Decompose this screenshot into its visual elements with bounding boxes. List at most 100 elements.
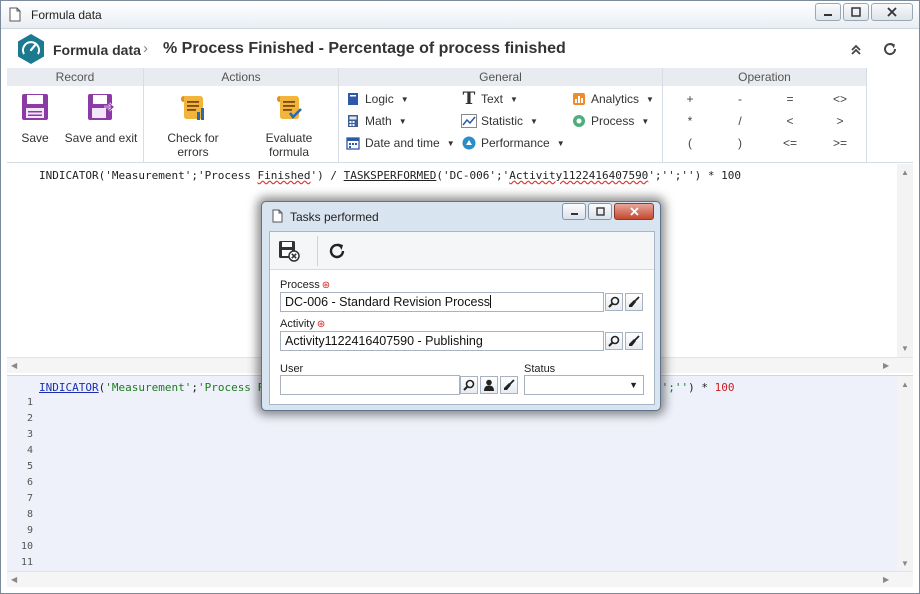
- chevron-down-icon: ▼: [646, 94, 654, 104]
- line-number-gutter: 1 2 3 4 5 6 7 8 9 10 11 12: [7, 376, 37, 584]
- formula-text: INDICATOR('Measurement';'Process Finishe…: [39, 169, 742, 182]
- operator-less-than[interactable]: <: [775, 114, 805, 128]
- performance-icon: [461, 135, 477, 151]
- ribbon-group-operation: Operation + - = <> * / < > ( ) <= >=: [663, 68, 867, 162]
- operator-open-paren[interactable]: (: [675, 136, 705, 150]
- operator-greater-than[interactable]: >: [825, 114, 855, 128]
- evaluate-formula-button[interactable]: Evaluate formula: [244, 92, 334, 159]
- user-search-button[interactable]: [460, 376, 478, 394]
- activity-input[interactable]: Activity1122416407590 - Publishing: [280, 331, 604, 351]
- save-exit-icon: [88, 94, 115, 120]
- operator-greater-equal[interactable]: >=: [825, 136, 855, 150]
- dialog-close-button[interactable]: [614, 203, 654, 220]
- operator-plus[interactable]: +: [675, 92, 705, 106]
- toolbar-divider: [317, 236, 318, 266]
- process-menu[interactable]: Process ▼: [571, 112, 649, 130]
- status-select[interactable]: ▼: [524, 375, 644, 395]
- save-label: Save: [21, 131, 49, 145]
- minimize-button[interactable]: [815, 3, 841, 21]
- line-number: 2: [26, 413, 33, 424]
- calculator-icon: [345, 113, 361, 129]
- operator-not-equal[interactable]: <>: [825, 92, 855, 106]
- main-window: Formula data Formula data › % Process Fi…: [0, 0, 920, 594]
- dialog-minimize-button[interactable]: [562, 203, 586, 220]
- user-icon: [484, 379, 494, 391]
- evaluate-formula-label: Evaluate formula: [265, 131, 313, 159]
- maximize-button[interactable]: [843, 3, 869, 21]
- collapse-icon[interactable]: [847, 40, 865, 58]
- scroll-left-icon[interactable]: ◀: [11, 575, 17, 584]
- save-button[interactable]: Save: [17, 92, 53, 145]
- performance-label: Performance: [481, 136, 550, 150]
- app-logo-icon: [18, 34, 44, 64]
- code-line-tail: '';'') * 100: [655, 381, 735, 394]
- operator-equals[interactable]: =: [775, 92, 805, 106]
- analytics-menu[interactable]: Analytics ▼: [571, 90, 654, 108]
- breadcrumb-app[interactable]: Formula data: [53, 42, 141, 58]
- group-title-general: General: [339, 68, 662, 86]
- status-field-label: Status: [524, 363, 556, 375]
- line-chart-icon: [461, 113, 477, 129]
- scroll-evaluate-icon: [277, 96, 302, 119]
- performance-menu[interactable]: Performance ▼: [461, 134, 565, 152]
- dropdown-arrow-icon: ▼: [629, 380, 638, 390]
- breadcrumb-separator: ›: [143, 40, 148, 57]
- page-header: Formula data › % Process Finished - Perc…: [1, 30, 919, 68]
- process-search-button[interactable]: [605, 293, 623, 311]
- scroll-down-icon[interactable]: ▼: [901, 559, 909, 568]
- user-input[interactable]: [280, 375, 460, 395]
- text-cursor: [489, 295, 491, 308]
- line-number: 1: [26, 397, 33, 408]
- dialog-maximize-button[interactable]: [588, 203, 612, 220]
- code-vertical-scrollbar[interactable]: ▲ ▼: [897, 376, 913, 572]
- line-number: 3: [26, 429, 33, 440]
- minimize-icon: [570, 213, 578, 215]
- analytics-label: Analytics: [591, 92, 640, 106]
- refresh-icon[interactable]: [881, 40, 899, 58]
- ribbon-group-actions: Actions Check for errors Evaluate formul…: [144, 68, 339, 162]
- refresh-icon: [329, 243, 345, 259]
- activity-clear-button[interactable]: [625, 332, 643, 350]
- minimize-icon: [824, 14, 832, 16]
- operator-divide[interactable]: /: [725, 114, 755, 128]
- text-icon: T: [462, 89, 476, 109]
- dialog-refresh-button[interactable]: [326, 240, 348, 262]
- scroll-up-icon[interactable]: ▲: [901, 380, 909, 389]
- scroll-check-icon: [181, 96, 204, 120]
- activity-search-button[interactable]: [605, 332, 623, 350]
- scroll-up-icon[interactable]: ▲: [901, 168, 909, 177]
- save-close-button[interactable]: [278, 240, 300, 262]
- math-menu[interactable]: Math ▼: [345, 112, 407, 130]
- scroll-left-icon[interactable]: ◀: [11, 361, 17, 370]
- logic-menu[interactable]: Logic ▼: [345, 90, 409, 108]
- check-errors-button[interactable]: Check for errors: [152, 92, 234, 159]
- user-clear-button[interactable]: [500, 376, 518, 394]
- scroll-down-icon[interactable]: ▼: [901, 344, 909, 353]
- analytics-icon: [571, 91, 587, 107]
- save-close-icon: [279, 241, 300, 262]
- date-time-menu[interactable]: Date and time ▼: [345, 134, 455, 152]
- vertical-scrollbar[interactable]: ▲ ▼: [897, 164, 913, 357]
- operator-multiply[interactable]: *: [675, 114, 705, 128]
- chevron-down-icon: ▼: [400, 94, 409, 104]
- scroll-right-icon[interactable]: ▶: [883, 575, 889, 584]
- process-clear-button[interactable]: [625, 293, 643, 311]
- statistic-menu[interactable]: Statistic ▼: [461, 112, 538, 130]
- chevron-down-icon: ▼: [641, 116, 650, 126]
- chevron-down-icon: ▼: [556, 138, 565, 148]
- text-menu[interactable]: T Text ▼: [461, 89, 518, 109]
- operator-close-paren[interactable]: ): [725, 136, 755, 150]
- process-input[interactable]: DC-006 - Standard Revision Process: [280, 292, 604, 312]
- line-number: 7: [26, 493, 33, 504]
- process-icon: [571, 113, 587, 129]
- operator-less-equal[interactable]: <=: [775, 136, 805, 150]
- maximize-icon: [595, 207, 605, 216]
- operator-minus[interactable]: -: [725, 92, 755, 106]
- code-horizontal-scrollbar[interactable]: ◀ ▶: [7, 571, 913, 587]
- user-select-button[interactable]: [480, 376, 498, 394]
- scroll-right-icon[interactable]: ▶: [883, 361, 889, 370]
- save-and-exit-button[interactable]: Save and exit: [63, 92, 139, 145]
- ribbon-toolbar: Record Save Save and exit Actions Check …: [7, 68, 913, 163]
- close-button[interactable]: [871, 3, 913, 21]
- statistic-label: Statistic: [481, 114, 524, 128]
